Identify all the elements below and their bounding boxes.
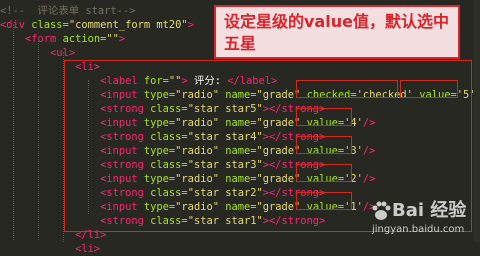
watermark-brand: Bai 经验	[392, 200, 467, 221]
checked-attr-highlight	[296, 80, 398, 98]
code-line: <li>	[0, 242, 100, 256]
annotation-text: 设定星级的value值，默认选中五星	[224, 12, 449, 53]
paw-logo-icon	[372, 201, 391, 220]
code-token: <li>	[75, 243, 101, 255]
code-token: action=	[62, 33, 107, 45]
annotation-callout: 设定星级的value值，默认选中五星	[214, 5, 460, 59]
indent-guide	[13, 24, 14, 240]
code-token: <form	[25, 33, 63, 45]
code-token: class=	[31, 19, 69, 31]
value-2-highlight	[296, 164, 352, 182]
watermark-site: jingyan.baidu.com	[372, 224, 465, 235]
code-token: <div	[0, 19, 32, 31]
code-line: <!-- 评论表单 start-->	[0, 4, 135, 18]
code-token: >	[187, 19, 194, 31]
code-token: "comment_form mt20"	[68, 19, 188, 31]
code-token: ""	[106, 33, 119, 45]
indent-guide	[38, 38, 39, 240]
vertical-scrollbar[interactable]	[474, 0, 480, 242]
code-line: <div class="comment_form mt20">	[0, 18, 194, 32]
code-token: <!-- 评论表单 start-->	[0, 5, 136, 17]
code-line: <form action="">	[0, 32, 125, 46]
code-token: >	[118, 33, 126, 45]
value-4-highlight	[296, 108, 352, 126]
value-5-highlight	[400, 80, 458, 98]
value-3-highlight	[296, 136, 352, 154]
value-1-highlight	[296, 192, 352, 210]
baidu-jingyan-watermark: Bai 经验 jingyan.baidu.com	[370, 200, 474, 238]
